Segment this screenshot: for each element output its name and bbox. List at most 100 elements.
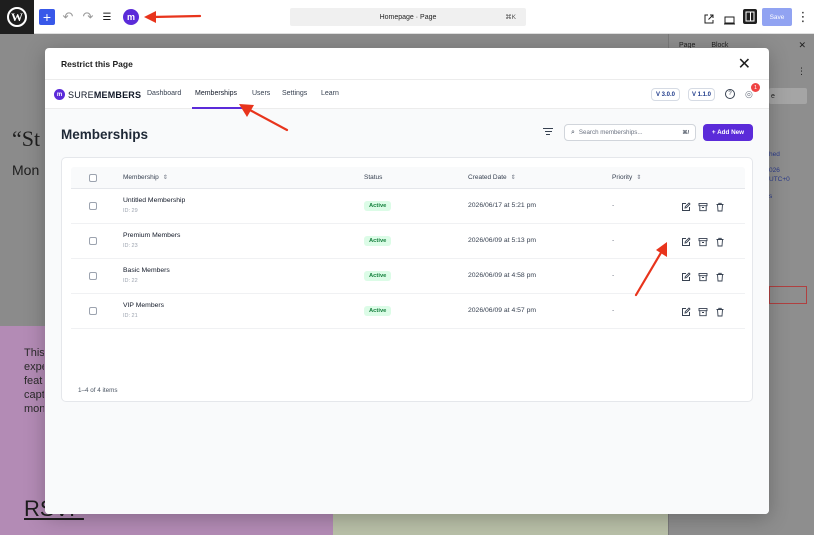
membership-name[interactable]: Untitled Membership <box>123 197 185 204</box>
search-shortcut: ⌘/ <box>682 129 689 136</box>
brand-name-bold: MEMBERS <box>93 89 142 100</box>
created-date: 2026/06/09 at 4:58 pm <box>468 272 537 279</box>
sidebar-link-text[interactable]: hed <box>769 150 780 159</box>
status-badge: Active <box>364 306 392 316</box>
settings-panel-icon[interactable] <box>743 9 757 24</box>
wordpress-logo-button[interactable]: W <box>0 0 34 34</box>
column-priority[interactable]: Priority ⇕ <box>612 174 641 181</box>
sidebar-more-icon[interactable]: ⋮ <box>797 66 806 76</box>
sidebar-link-text[interactable]: 026 <box>769 166 780 175</box>
modal-title: Restrict this Page <box>61 59 133 69</box>
membership-name[interactable]: Basic Members <box>123 267 170 274</box>
brand-name: SUREMEMBERS <box>68 90 141 100</box>
canvas-quote-text: “St <box>12 126 41 151</box>
table-row: Untitled Membership ID: 29 Active 2026/0… <box>71 189 745 224</box>
edit-icon[interactable] <box>681 304 691 316</box>
nav-users[interactable]: Users <box>252 90 270 97</box>
nav-memberships[interactable]: Memberships <box>195 90 237 97</box>
row-actions <box>681 269 732 282</box>
sort-icon: ⇕ <box>510 175 516 181</box>
select-all-checkbox[interactable] <box>89 174 97 182</box>
document-title-bar[interactable]: Homepage · Page ⌘K <box>290 8 526 26</box>
suremembers-nav: m SUREMEMBERS Dashboard Memberships User… <box>45 80 769 109</box>
archive-icon[interactable] <box>698 269 708 282</box>
paragraph-line: This <box>24 347 44 359</box>
document-title: Homepage · Page <box>379 13 437 21</box>
canvas-paragraph: This expe feat capt mon <box>24 346 44 416</box>
column-membership[interactable]: Membership ⇕ <box>123 174 168 181</box>
created-date: 2026/06/09 at 5:13 pm <box>468 237 537 244</box>
help-icon[interactable]: ? <box>725 89 735 99</box>
status-badge: Active <box>364 236 392 246</box>
archive-icon[interactable] <box>698 234 708 247</box>
membership-id: ID: 22 <box>123 278 138 284</box>
paragraph-line: capt <box>24 389 44 401</box>
row-actions <box>681 304 732 317</box>
search-input[interactable]: ⌕ Search memberships... ⌘/ <box>564 124 696 141</box>
sidebar-partial-button[interactable]: e <box>769 88 807 104</box>
sort-icon: ⇕ <box>636 175 642 181</box>
status-badge: Active <box>364 271 392 281</box>
page-title: Memberships <box>61 127 149 142</box>
suremembers-logo-icon: m <box>54 89 65 100</box>
nav-dashboard[interactable]: Dashboard <box>147 90 181 97</box>
table-header: Membership ⇕ Status Created Date ⇕ Priorit… <box>71 167 745 189</box>
priority-value: - <box>612 272 615 279</box>
notification-count-badge: 1 <box>751 83 760 92</box>
membership-name[interactable]: Premium Members <box>123 232 180 239</box>
trash-icon[interactable] <box>715 234 725 247</box>
trash-icon[interactable] <box>715 304 725 317</box>
add-new-button[interactable]: + Add New <box>703 124 753 141</box>
archive-icon[interactable] <box>698 304 708 317</box>
suremembers-plugin-icon[interactable]: m <box>123 9 139 25</box>
brand-name-light: SURE <box>68 89 94 100</box>
redo-icon[interactable]: ↷ <box>82 9 94 25</box>
modal-close-icon[interactable]: ✕ <box>738 54 751 74</box>
version-badge-pro: V 1.1.0 <box>688 88 715 101</box>
status-badge: Active <box>364 201 392 211</box>
column-status: Status <box>364 174 383 181</box>
document-overview-icon[interactable]: ☰ <box>101 9 113 25</box>
column-created-label: Created Date <box>468 174 507 181</box>
table-row: Premium Members ID: 23 Active 2026/06/09… <box>71 224 745 259</box>
nav-learn[interactable]: Learn <box>321 90 339 97</box>
row-actions <box>681 199 732 212</box>
edit-icon[interactable] <box>681 269 691 281</box>
wordpress-icon: W <box>7 7 27 27</box>
row-checkbox[interactable] <box>89 307 97 315</box>
edit-icon[interactable] <box>681 234 691 246</box>
trash-icon[interactable] <box>715 269 725 282</box>
undo-icon[interactable]: ↶ <box>62 9 74 25</box>
restrict-page-modal: Restrict this Page ✕ m SUREMEMBERS Dashb… <box>45 48 769 514</box>
sidebar-link-text[interactable]: UTC+0 <box>769 175 790 184</box>
row-checkbox[interactable] <box>89 237 97 245</box>
sidebar-close-icon[interactable]: ✕ <box>798 40 806 51</box>
edit-icon[interactable] <box>681 199 691 211</box>
membership-name[interactable]: VIP Members <box>123 302 164 309</box>
priority-value: - <box>612 237 615 244</box>
add-block-button[interactable]: + <box>39 9 55 25</box>
created-date: 2026/06/17 at 5:21 pm <box>468 202 537 209</box>
column-membership-label: Membership <box>123 174 159 181</box>
memberships-table: Membership ⇕ Status Created Date ⇕ Priorit… <box>71 167 745 329</box>
row-checkbox[interactable] <box>89 202 97 210</box>
editor-top-bar: W + ↶ ↷ ☰ m Homepage · Page ⌘K Save ⋮ <box>0 0 814 34</box>
nav-settings[interactable]: Settings <box>282 90 307 97</box>
trash-icon[interactable] <box>715 199 725 212</box>
priority-value: - <box>612 202 615 209</box>
search-placeholder: Search memberships... <box>578 129 643 136</box>
save-button[interactable]: Save <box>762 8 792 26</box>
row-checkbox[interactable] <box>89 272 97 280</box>
modal-header: Restrict this Page ✕ <box>45 48 769 80</box>
column-created-date[interactable]: Created Date ⇕ <box>468 174 516 181</box>
options-menu-icon[interactable]: ⋮ <box>797 9 810 25</box>
view-external-icon[interactable] <box>704 11 714 24</box>
archive-icon[interactable] <box>698 199 708 212</box>
paragraph-line: mon <box>24 403 44 415</box>
paragraph-line: feat <box>24 375 43 387</box>
device-preview-icon[interactable] <box>724 12 735 25</box>
filter-icon[interactable] <box>543 128 553 136</box>
sidebar-link-text[interactable]: s <box>769 192 772 201</box>
sidebar-highlighted-field[interactable] <box>769 286 807 304</box>
suremembers-brand[interactable]: m SUREMEMBERS <box>54 89 141 100</box>
